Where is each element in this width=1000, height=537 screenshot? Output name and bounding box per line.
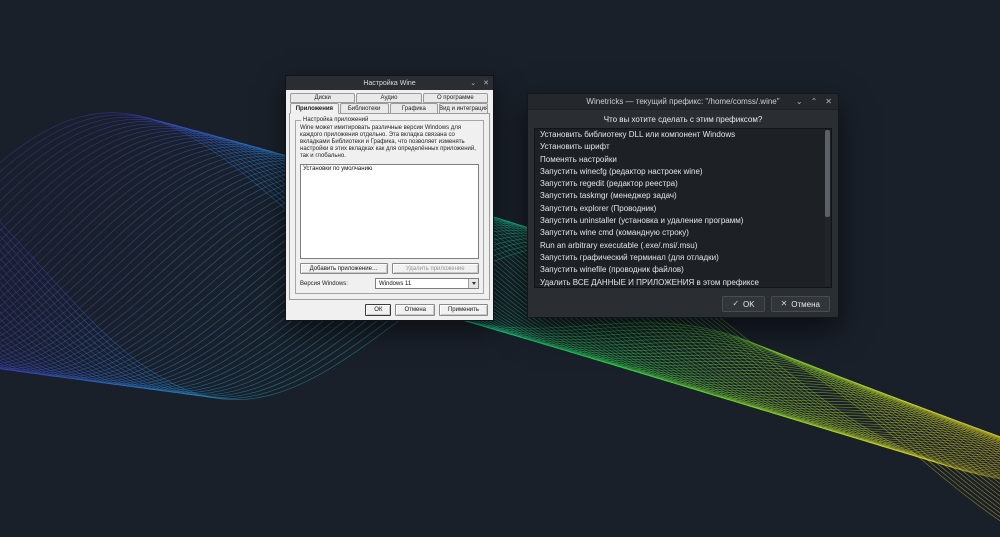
list-item[interactable]: Поменять настройки <box>535 154 831 166</box>
close-icon[interactable]: ✕ <box>483 80 489 87</box>
list-item[interactable]: Удалить ВСЕ ДАННЫЕ И ПРИЛОЖЕНИЯ в этом п… <box>535 277 831 287</box>
wine-config-window: Настройка Wine ⌄ ✕ Диски Аудио О програм… <box>285 75 494 321</box>
desktop-wallpaper <box>0 112 1000 522</box>
scrollbar[interactable] <box>825 130 830 286</box>
tab-applications[interactable]: Приложения <box>290 103 339 114</box>
maximize-icon[interactable]: ⌃ <box>811 97 818 106</box>
dialog-buttons-row: ОК Отмена Применить <box>289 304 490 317</box>
check-icon: ✓ <box>732 299 740 308</box>
tab-panel: Настройка приложений Wine может имитиров… <box>289 113 490 300</box>
cancel-button-label: Отмена <box>791 299 820 309</box>
wine-dialog-body: Диски Аудио О программе Приложения Библи… <box>286 90 493 320</box>
add-application-button[interactable]: Добавить приложение… <box>300 263 388 274</box>
ok-button[interactable]: ✓ OK <box>722 296 765 312</box>
listbox-buttons-row: Добавить приложение… Удалить приложение <box>300 263 479 274</box>
windows-version-label: Версия Windows: <box>300 280 348 287</box>
list-item[interactable]: Запустить uninstaller (установка и удале… <box>535 215 831 227</box>
dropdown-arrow-icon <box>468 279 478 288</box>
winetricks-titlebar[interactable]: Winetricks — текущий префикс: "/home/com… <box>528 94 838 110</box>
dialog-buttons-row: ✓ OK ✕ Отмена <box>528 291 838 317</box>
scrollbar-thumb[interactable] <box>825 130 830 218</box>
tab-audio[interactable]: Аудио <box>356 93 422 103</box>
list-item[interactable]: Запустить explorer (Проводник) <box>535 203 831 215</box>
prompt-text: Что вы хотите сделать с этим префиксом? <box>603 115 763 124</box>
combobox-value: Windows 11 <box>379 280 412 287</box>
windows-version-row: Версия Windows: Windows 11 <box>300 278 479 289</box>
list-item[interactable]: Установки по умолчанию <box>301 165 478 173</box>
cancel-button[interactable]: Отмена <box>395 304 435 316</box>
tab-drives[interactable]: Диски <box>290 93 356 103</box>
list-item[interactable]: Установить шрифт <box>535 141 831 153</box>
list-item[interactable]: Запустить taskmgr (менеджер задач) <box>535 190 831 202</box>
list-item[interactable]: Запустить winefile (проводник файлов) <box>535 264 831 276</box>
window-title: Winetricks — текущий префикс: "/home/com… <box>586 97 780 106</box>
groupbox-title: Настройка приложений <box>301 117 371 124</box>
remove-application-button[interactable]: Удалить приложение <box>391 263 479 274</box>
applications-listbox[interactable]: Установки по умолчанию <box>300 163 479 259</box>
minimize-icon[interactable]: ⌄ <box>796 97 803 106</box>
close-icon: ✕ <box>780 299 788 308</box>
winetricks-window: Winetricks — текущий префикс: "/home/com… <box>527 93 839 318</box>
app-settings-groupbox: Настройка приложений Wine может имитиров… <box>295 117 484 294</box>
window-title: Настройка Wine <box>363 79 416 87</box>
cancel-button[interactable]: ✕ Отмена <box>770 296 830 312</box>
tab-about[interactable]: О программе <box>422 93 488 103</box>
wallpaper-waves <box>0 112 1000 522</box>
tab-row-back: Диски Аудио О программе <box>289 93 490 103</box>
window-controls: ⌄ ✕ <box>470 76 489 90</box>
window-controls: ⌄ ⌃ ✕ <box>796 94 832 109</box>
close-icon[interactable]: ✕ <box>825 97 832 106</box>
list-item[interactable]: Запустить winecfg (редактор настроек win… <box>535 166 831 178</box>
ok-button[interactable]: ОК <box>365 304 392 316</box>
ok-button-label: OK <box>743 299 755 309</box>
list-item[interactable]: Запустить wine cmd (командную строку) <box>535 227 831 239</box>
wine-titlebar[interactable]: Настройка Wine ⌄ ✕ <box>286 76 493 90</box>
list-item[interactable]: Run an arbitrary executable (.exe/.msi/.… <box>535 240 831 252</box>
list-item[interactable]: Запустить графический терминал (для отла… <box>535 252 831 264</box>
list-item[interactable]: Установить библиотеку DLL или компонент … <box>535 129 831 141</box>
minimize-icon[interactable]: ⌄ <box>470 80 476 87</box>
list-item[interactable]: Запустить regedit (редактор реестра) <box>535 178 831 190</box>
actions-list: Установить библиотеку DLL или компонент … <box>534 128 832 288</box>
windows-version-combobox[interactable]: Windows 11 <box>375 278 479 289</box>
apply-button[interactable]: Применить <box>438 304 488 316</box>
description-text: Wine может имитировать различные версии … <box>300 125 476 159</box>
